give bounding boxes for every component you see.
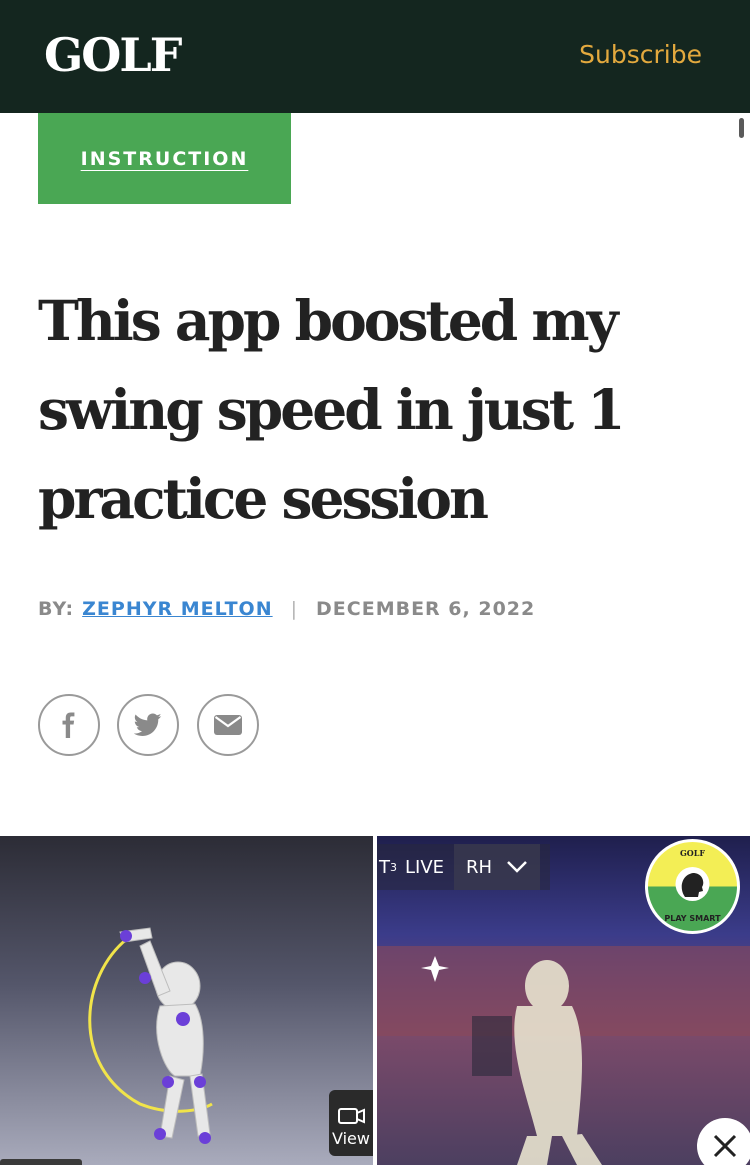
view-label: View (332, 1129, 370, 1148)
byline-prefix: BY: (38, 598, 75, 620)
chevron-down-icon (507, 861, 527, 873)
hud-left-label: T (379, 856, 390, 878)
byline: BY: ZEPHYR MELTON | DECEMBER 6, 2022 (38, 598, 535, 620)
camera-switch-icon (338, 1108, 365, 1124)
subscribe-link[interactable]: Subscribe (579, 40, 702, 69)
bottom-indicator (0, 1159, 82, 1165)
author-link[interactable]: ZEPHYR MELTON (82, 598, 272, 620)
twitter-share-button[interactable] (117, 694, 179, 756)
twitter-icon (134, 713, 162, 736)
category-tag: INSTRUCTION (38, 113, 291, 204)
view-toggle-button[interactable]: View (329, 1090, 373, 1156)
hero-image-3d-model (0, 836, 373, 1165)
play-smart-badge[interactable]: GOLF PLAY SMART (645, 839, 740, 934)
article-headline: This app boosted my swing speed in just … (38, 288, 626, 531)
handedness-value: RH (466, 856, 493, 878)
byline-separator: | (290, 598, 299, 620)
swing-model-illustration (88, 927, 213, 1144)
badge-bottom-text: PLAY SMART (664, 914, 721, 923)
close-ad-button[interactable] (697, 1118, 750, 1174)
video-hud: T 3 LIVE RH (377, 844, 550, 890)
play-smart-logo: GOLF PLAY SMART (645, 839, 740, 934)
facebook-share-button[interactable] (38, 694, 100, 756)
publish-date: DECEMBER 6, 2022 (316, 598, 536, 620)
handedness-select[interactable]: RH (454, 844, 541, 890)
badge-top-text: GOLF (680, 848, 705, 858)
hud-sub-label: 3 (390, 860, 397, 874)
email-share-button[interactable] (197, 694, 259, 756)
close-icon (713, 1134, 737, 1158)
live-indicator[interactable]: LIVE (405, 857, 444, 878)
category-link[interactable]: INSTRUCTION (81, 148, 249, 170)
facebook-icon (62, 712, 75, 738)
site-header: GOLF Subscribe (0, 0, 750, 113)
scrollbar-thumb[interactable] (739, 118, 744, 138)
golf-logo[interactable]: GOLF (44, 28, 182, 82)
email-icon (214, 715, 242, 735)
